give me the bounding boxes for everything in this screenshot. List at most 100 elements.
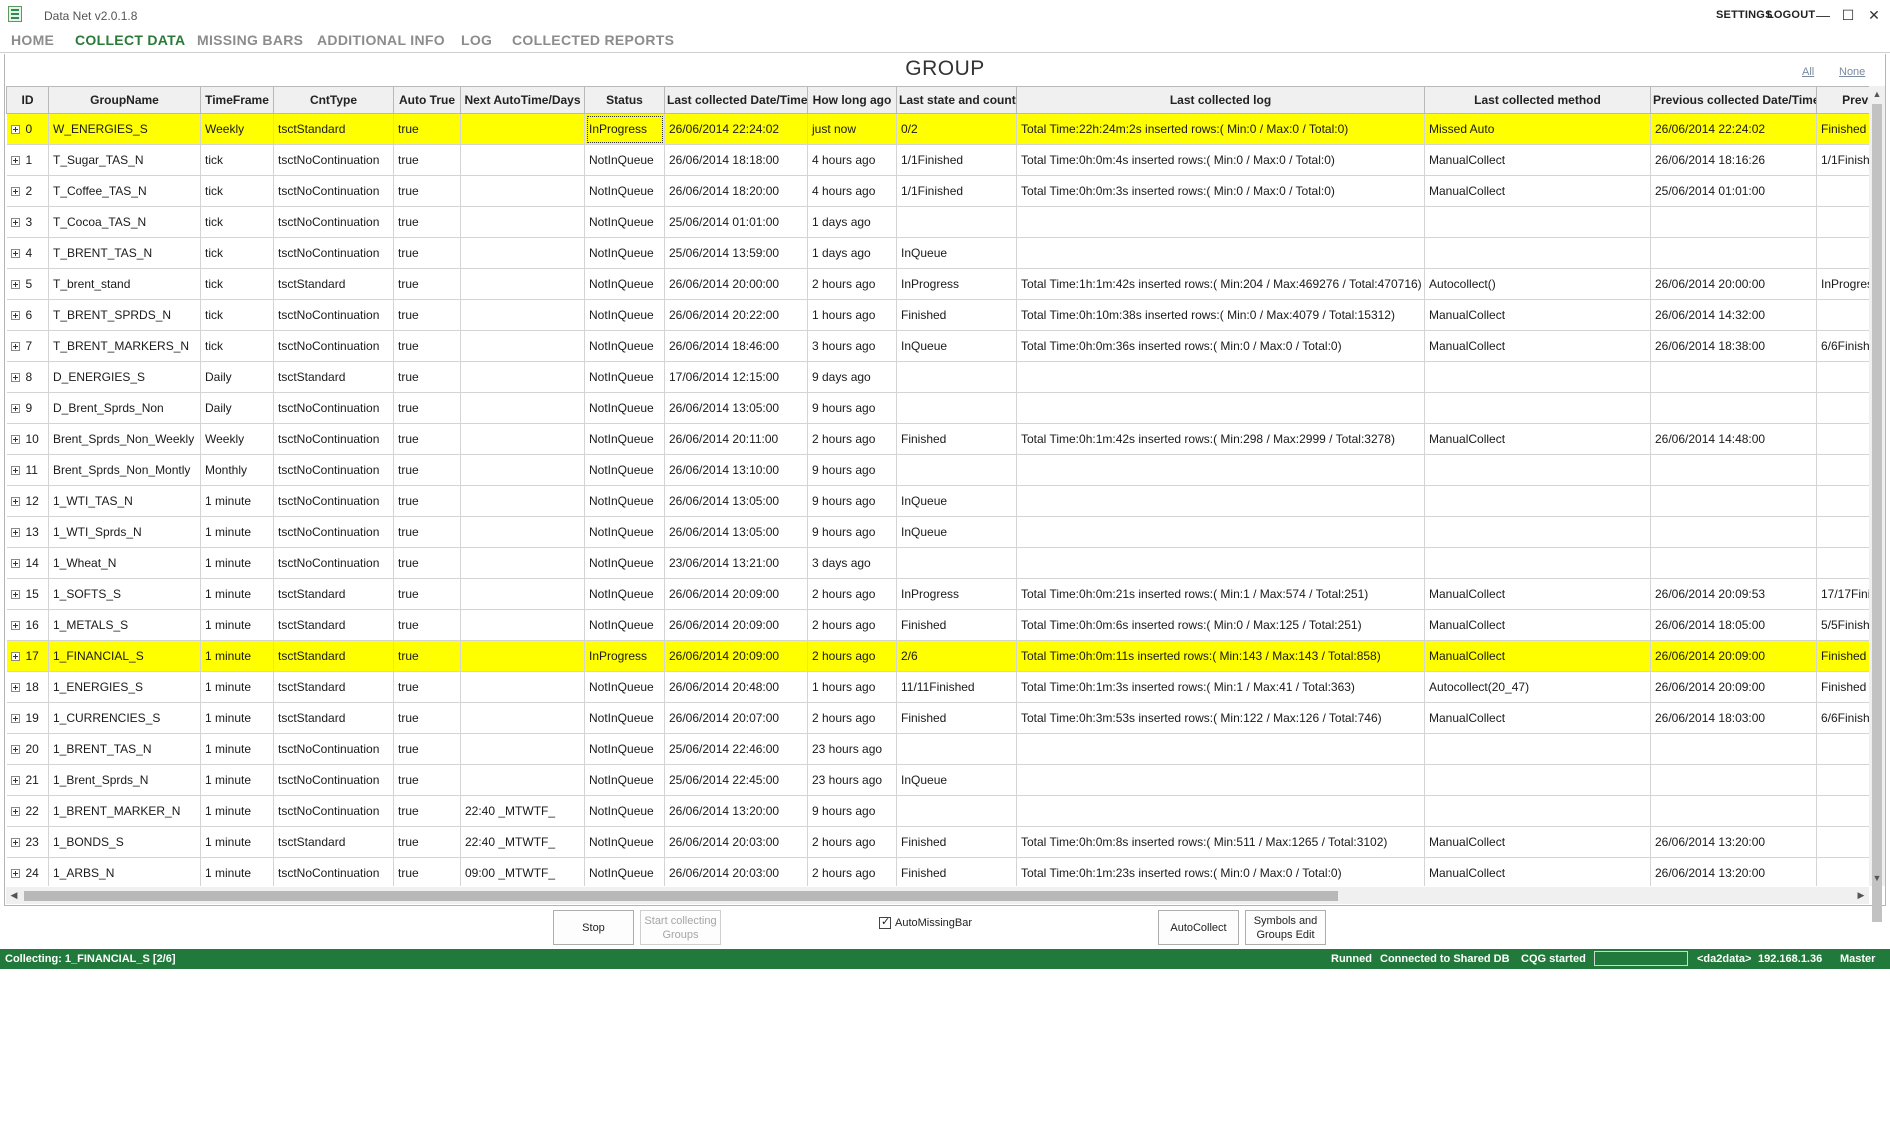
next-auto-time[interactable]	[460, 330, 585, 362]
row-id[interactable]: 19	[6, 702, 49, 734]
tab-additional-info[interactable]: ADDITIONAL INFO	[317, 32, 445, 48]
timeframe[interactable]: tick	[200, 206, 274, 238]
expand-row-icon[interactable]	[10, 466, 20, 476]
column-header[interactable]: Status	[584, 86, 665, 114]
last-state-count[interactable]	[896, 361, 1017, 393]
table-row[interactable]: 18 1_ENERGIES_S 1 minute tsctStandard true No…	[6, 671, 1870, 703]
previous-collected-datetime[interactable]	[1650, 764, 1817, 796]
table-row[interactable]: 4 T_BRENT_TAS_N tick tsctNoContinuation true…	[6, 237, 1870, 269]
expand-row-icon[interactable]	[10, 311, 20, 321]
scroll-left-icon[interactable]: ◀	[6, 887, 22, 904]
last-collected-datetime[interactable]: 26/06/2014 13:20:00	[664, 795, 808, 827]
row-id[interactable]: 23	[6, 826, 49, 858]
last-collected-method[interactable]: Missed Auto	[1424, 113, 1651, 145]
column-header[interactable]: Next AutoTime/Days	[460, 86, 585, 114]
table-row[interactable]: 5 T_brent_stand tick tsctStandard true NotInQ…	[6, 268, 1870, 300]
row-id[interactable]: 2	[6, 175, 49, 207]
cnt-type[interactable]: tsctNoContinuation	[273, 857, 394, 886]
expand-row-icon[interactable]	[10, 621, 20, 631]
cnt-type[interactable]: tsctNoContinuation	[273, 485, 394, 517]
how-long-ago[interactable]: 9 hours ago	[807, 485, 897, 517]
group-name[interactable]: 1_METALS_S	[48, 609, 201, 641]
status-cell[interactable]: NotInQueue	[584, 826, 665, 858]
column-header[interactable]: Last state and count	[896, 86, 1017, 114]
group-name[interactable]: T_Sugar_TAS_N	[48, 144, 201, 176]
group-name[interactable]: T_Cocoa_TAS_N	[48, 206, 201, 238]
table-row[interactable]: 6 T_BRENT_SPRDS_N tick tsctNoContinuation tr…	[6, 299, 1870, 331]
cnt-type[interactable]: tsctStandard	[273, 702, 394, 734]
table-row[interactable]: 8 D_ENERGIES_S Daily tsctStandard true NotInQ…	[6, 361, 1870, 393]
expand-row-icon[interactable]	[10, 342, 20, 352]
status-cell[interactable]: NotInQueue	[584, 733, 665, 765]
last-collected-method[interactable]: ManualCollect	[1424, 423, 1651, 455]
previous-collected-datetime[interactable]	[1650, 516, 1817, 548]
next-auto-time[interactable]	[460, 454, 585, 486]
row-id[interactable]: 13	[6, 516, 49, 548]
group-name[interactable]: W_ENERGIES_S	[48, 113, 201, 145]
group-name[interactable]: 1_Wheat_N	[48, 547, 201, 579]
last-collected-log[interactable]: Total Time:0h:0m:21s inserted rows:( Min…	[1016, 578, 1425, 610]
next-auto-time[interactable]: 22:40 _MTWTF_	[460, 826, 585, 858]
next-auto-time[interactable]	[460, 547, 585, 579]
last-state-count[interactable]: InQueue	[896, 485, 1017, 517]
close-icon[interactable]: ✕	[1864, 6, 1884, 24]
cnt-type[interactable]: tsctStandard	[273, 671, 394, 703]
previous-collected-datetime[interactable]	[1650, 206, 1817, 238]
last-state-count[interactable]: Finished	[896, 299, 1017, 331]
expand-row-icon[interactable]	[10, 528, 20, 538]
last-collected-log[interactable]: Total Time:1h:1m:42s inserted rows:( Min…	[1016, 268, 1425, 300]
auto-true[interactable]: true	[393, 640, 461, 672]
last-collected-datetime[interactable]: 26/06/2014 20:48:00	[664, 671, 808, 703]
group-name[interactable]: T_BRENT_TAS_N	[48, 237, 201, 269]
previous-collected-datetime[interactable]: 26/06/2014 18:38:00	[1650, 330, 1817, 362]
auto-true[interactable]: true	[393, 454, 461, 486]
last-state-count[interactable]	[896, 454, 1017, 486]
symbols-groups-edit-button[interactable]: Symbols and Groups Edit	[1245, 910, 1326, 945]
cnt-type[interactable]: tsctNoContinuation	[273, 733, 394, 765]
auto-true[interactable]: true	[393, 206, 461, 238]
cnt-type[interactable]: tsctStandard	[273, 826, 394, 858]
table-row[interactable]: 20 1_BRENT_TAS_N 1 minute tsctNoContinuatio…	[6, 733, 1870, 765]
next-auto-time[interactable]	[460, 578, 585, 610]
previous-state[interactable]: 6/6Finished	[1816, 330, 1870, 362]
timeframe[interactable]: tick	[200, 175, 274, 207]
cnt-type[interactable]: tsctStandard	[273, 268, 394, 300]
row-id[interactable]: 16	[6, 609, 49, 641]
auto-true[interactable]: true	[393, 175, 461, 207]
last-collected-datetime[interactable]: 26/06/2014 13:05:00	[664, 485, 808, 517]
last-collected-method[interactable]: ManualCollect	[1424, 609, 1651, 641]
status-cell[interactable]: NotInQueue	[584, 175, 665, 207]
previous-state[interactable]: 5/5Finished	[1816, 609, 1870, 641]
how-long-ago[interactable]: 2 hours ago	[807, 423, 897, 455]
previous-collected-datetime[interactable]: 26/06/2014 13:20:00	[1650, 826, 1817, 858]
timeframe[interactable]: tick	[200, 268, 274, 300]
scroll-right-icon[interactable]: ▶	[1853, 887, 1869, 904]
previous-state[interactable]	[1816, 175, 1870, 207]
column-header[interactable]: Last collected log	[1016, 86, 1425, 114]
table-row[interactable]: 15 1_SOFTS_S 1 minute tsctStandard true NotIn…	[6, 578, 1870, 610]
auto-true[interactable]: true	[393, 113, 461, 145]
expand-row-icon[interactable]	[10, 218, 20, 228]
last-collected-datetime[interactable]: 26/06/2014 20:03:00	[664, 826, 808, 858]
last-collected-log[interactable]: Total Time:0h:1m:42s inserted rows:( Min…	[1016, 423, 1425, 455]
timeframe[interactable]: 1 minute	[200, 578, 274, 610]
previous-collected-datetime[interactable]: 25/06/2014 01:01:00	[1650, 175, 1817, 207]
group-name[interactable]: 1_BONDS_S	[48, 826, 201, 858]
cnt-type[interactable]: tsctStandard	[273, 578, 394, 610]
row-id[interactable]: 10	[6, 423, 49, 455]
auto-true[interactable]: true	[393, 547, 461, 579]
last-collected-log[interactable]: Total Time:22h:24m:2s inserted rows:( Mi…	[1016, 113, 1425, 145]
auto-missing-bar-toggle[interactable]: AutoMissingBar	[879, 915, 972, 929]
previous-collected-datetime[interactable]: 26/06/2014 14:32:00	[1650, 299, 1817, 331]
stop-button[interactable]: Stop	[553, 910, 634, 945]
timeframe[interactable]: tick	[200, 330, 274, 362]
previous-state[interactable]: InProgress	[1816, 268, 1870, 300]
previous-state[interactable]: Finished	[1816, 671, 1870, 703]
last-collected-datetime[interactable]: 23/06/2014 13:21:00	[664, 547, 808, 579]
auto-true[interactable]: true	[393, 237, 461, 269]
how-long-ago[interactable]: 9 hours ago	[807, 392, 897, 424]
table-row[interactable]: 10 Brent_Sprds_Non_Weekly Weekly tsctNoCont…	[6, 423, 1870, 455]
last-state-count[interactable]	[896, 547, 1017, 579]
previous-collected-datetime[interactable]	[1650, 454, 1817, 486]
previous-collected-datetime[interactable]	[1650, 392, 1817, 424]
